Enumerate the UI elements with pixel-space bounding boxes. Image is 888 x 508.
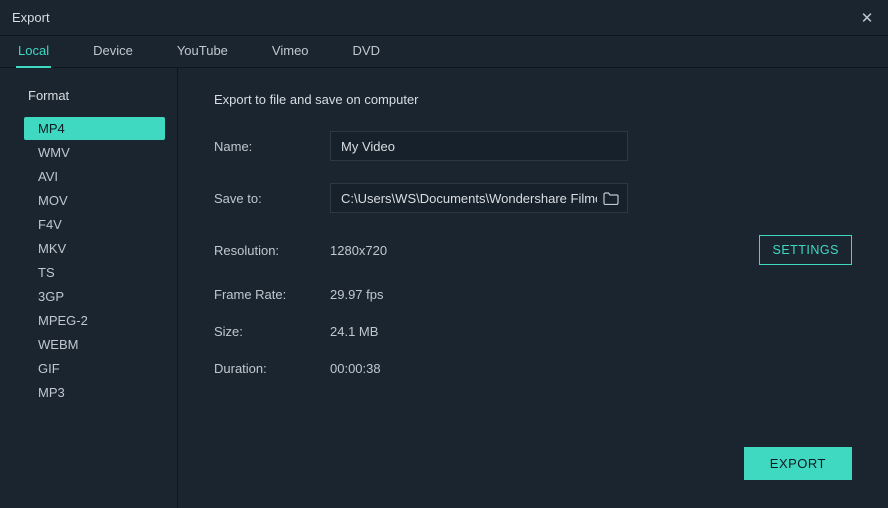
sidebar: Format MP4 WMV AVI MOV F4V MKV TS 3GP MP… xyxy=(0,68,178,508)
format-label: MPEG-2 xyxy=(38,313,88,328)
format-item-ts[interactable]: TS xyxy=(24,261,165,284)
row-framerate: Frame Rate: 29.97 fps xyxy=(214,287,852,302)
tab-label: Vimeo xyxy=(272,43,309,58)
framerate-label: Frame Rate: xyxy=(214,287,330,302)
format-label: TS xyxy=(38,265,55,280)
format-label: WEBM xyxy=(38,337,78,352)
format-item-mkv[interactable]: MKV xyxy=(24,237,165,260)
window-title: Export xyxy=(12,10,50,25)
row-resolution: Resolution: 1280x720 SETTINGS xyxy=(214,235,852,265)
format-item-wmv[interactable]: WMV xyxy=(24,141,165,164)
framerate-value: 29.97 fps xyxy=(330,287,384,302)
tab-label: Device xyxy=(93,43,133,58)
row-duration: Duration: 00:00:38 xyxy=(214,361,852,376)
titlebar: Export ✕ xyxy=(0,0,888,36)
format-item-3gp[interactable]: 3GP xyxy=(24,285,165,308)
saveto-field[interactable]: C:\Users\WS\Documents\Wondershare Filmor… xyxy=(330,183,628,213)
tab-label: DVD xyxy=(353,43,380,58)
duration-label: Duration: xyxy=(214,361,330,376)
row-name: Name: xyxy=(214,131,852,161)
name-input[interactable] xyxy=(330,131,628,161)
format-label: 3GP xyxy=(38,289,64,304)
format-item-mp3[interactable]: MP3 xyxy=(24,381,165,404)
row-saveto: Save to: C:\Users\WS\Documents\Wondersha… xyxy=(214,183,852,213)
format-item-avi[interactable]: AVI xyxy=(24,165,165,188)
format-label: WMV xyxy=(38,145,70,160)
tab-label: YouTube xyxy=(177,43,228,58)
tab-device[interactable]: Device xyxy=(91,36,135,68)
settings-button[interactable]: SETTINGS xyxy=(759,235,852,265)
format-item-f4v[interactable]: F4V xyxy=(24,213,165,236)
format-label: MP4 xyxy=(38,121,65,136)
format-label: MKV xyxy=(38,241,66,256)
saveto-label: Save to: xyxy=(214,191,330,206)
saveto-path: C:\Users\WS\Documents\Wondershare Filmor… xyxy=(341,191,597,206)
format-item-gif[interactable]: GIF xyxy=(24,357,165,380)
format-label: MOV xyxy=(38,193,68,208)
dialog-body: Format MP4 WMV AVI MOV F4V MKV TS 3GP MP… xyxy=(0,68,888,508)
resolution-value: 1280x720 xyxy=(330,243,387,258)
sidebar-heading: Format xyxy=(24,88,165,103)
size-value: 24.1 MB xyxy=(330,324,378,339)
tabbar: Local Device YouTube Vimeo DVD xyxy=(0,36,888,68)
format-item-mov[interactable]: MOV xyxy=(24,189,165,212)
folder-icon[interactable] xyxy=(603,192,619,205)
format-label: GIF xyxy=(38,361,60,376)
row-size: Size: 24.1 MB xyxy=(214,324,852,339)
tab-label: Local xyxy=(18,43,49,58)
format-label: F4V xyxy=(38,217,62,232)
format-label: AVI xyxy=(38,169,58,184)
format-item-webm[interactable]: WEBM xyxy=(24,333,165,356)
export-button[interactable]: EXPORT xyxy=(744,447,852,480)
format-label: MP3 xyxy=(38,385,65,400)
main-heading: Export to file and save on computer xyxy=(214,92,852,107)
format-item-mpeg2[interactable]: MPEG-2 xyxy=(24,309,165,332)
size-label: Size: xyxy=(214,324,330,339)
tab-youtube[interactable]: YouTube xyxy=(175,36,230,68)
format-item-mp4[interactable]: MP4 xyxy=(24,117,165,140)
duration-value: 00:00:38 xyxy=(330,361,381,376)
tab-vimeo[interactable]: Vimeo xyxy=(270,36,311,68)
resolution-label: Resolution: xyxy=(214,243,330,258)
tab-dvd[interactable]: DVD xyxy=(351,36,382,68)
main-panel: Export to file and save on computer Name… xyxy=(178,68,888,508)
close-icon[interactable]: ✕ xyxy=(858,9,876,27)
name-label: Name: xyxy=(214,139,330,154)
tab-local[interactable]: Local xyxy=(16,36,51,68)
